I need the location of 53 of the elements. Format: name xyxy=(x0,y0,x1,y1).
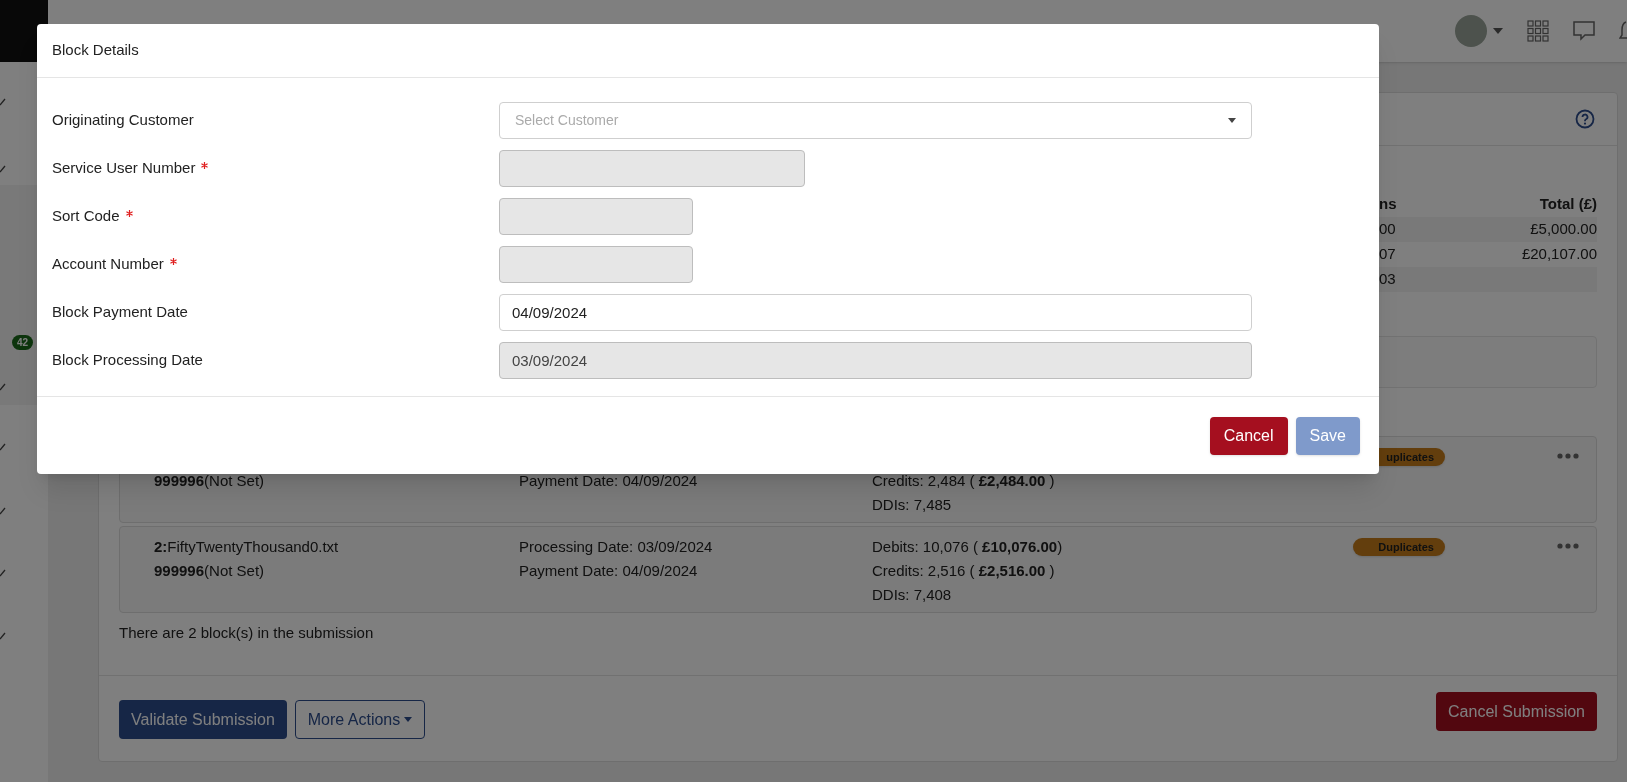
field-label: Block Payment Date xyxy=(52,302,188,323)
chevron-icon[interactable] xyxy=(0,567,6,577)
block-payment-date: Payment Date: 04/09/2024 xyxy=(519,471,699,491)
customer-select[interactable]: Select Customer xyxy=(499,102,1252,139)
bell-icon[interactable] xyxy=(1619,20,1627,42)
block-credits: Credits: 2,484 ( £2,484.00 ) xyxy=(872,471,1056,491)
block-payment-date: Payment Date: 04/09/2024 xyxy=(519,561,699,581)
chat-icon[interactable] xyxy=(1573,20,1595,42)
table-cell-text: £20,107.00 xyxy=(1520,244,1597,265)
avatar[interactable] xyxy=(1455,15,1487,47)
field-label: Sort Code xyxy=(52,206,120,227)
more-actions-dropdown[interactable]: More Actions xyxy=(294,700,426,739)
dialog-title: Block Details xyxy=(52,40,139,61)
table-cell-text: £5,000.00 xyxy=(1529,219,1597,240)
more-options-icon[interactable] xyxy=(1557,453,1579,459)
block-processing-date: Processing Date: 03/09/2024 xyxy=(519,537,714,557)
caret-icon xyxy=(1228,118,1236,123)
block-ddis: DDIs: 7,408 xyxy=(872,585,953,605)
more-options-icon[interactable] xyxy=(1557,543,1579,549)
block-sun: 999996(Not Set) xyxy=(154,471,266,491)
required-asterisk-icon xyxy=(201,162,209,169)
caret-icon[interactable] xyxy=(1493,28,1503,34)
block-ddis: DDIs: 7,485 xyxy=(872,495,953,515)
field-label: Block Processing Date xyxy=(52,350,203,371)
required-asterisk-icon xyxy=(169,258,177,265)
table-cell-text: 03 xyxy=(1379,269,1397,290)
input-field[interactable]: 04/09/2024 xyxy=(499,294,1252,331)
apps-grid-icon[interactable] xyxy=(1527,20,1549,42)
column-header: Total (£) xyxy=(1538,194,1597,215)
block-count-text: There are 2 block(s) in the submission xyxy=(119,623,375,643)
chevron-icon[interactable] xyxy=(0,163,6,173)
help-icon[interactable] xyxy=(1575,109,1595,129)
chevron-icon[interactable] xyxy=(0,381,6,391)
dialog-button[interactable]: Cancel xyxy=(1209,416,1288,455)
column-header: ns xyxy=(1379,194,1398,215)
chevron-icon[interactable] xyxy=(0,441,6,451)
table-cell-text: 07 xyxy=(1379,244,1397,265)
field-label: Originating Customer xyxy=(52,110,194,131)
block-credits: Credits: 2,516 ( £2,516.00 ) xyxy=(872,561,1056,581)
caret-icon xyxy=(404,717,413,722)
status-badge: Duplicates xyxy=(1353,538,1445,556)
table-cell-text: 00 xyxy=(1379,219,1397,240)
field-label: Account Number xyxy=(52,254,164,275)
block-sun: 999996(Not Set) xyxy=(154,561,266,581)
block-file: 2:FiftyTwentyThousand0.txt xyxy=(154,537,340,557)
required-asterisk-icon xyxy=(125,210,133,217)
action-button[interactable]: Validate Submission xyxy=(119,700,287,739)
action-button[interactable]: Cancel Submission xyxy=(1436,692,1597,731)
field-label: Service User Number xyxy=(52,158,196,179)
chevron-icon[interactable] xyxy=(0,630,6,640)
block-debits: Debits: 10,076 ( £10,076.00) xyxy=(872,537,1064,557)
chevron-icon[interactable] xyxy=(0,505,6,515)
chevron-icon[interactable] xyxy=(0,96,6,106)
